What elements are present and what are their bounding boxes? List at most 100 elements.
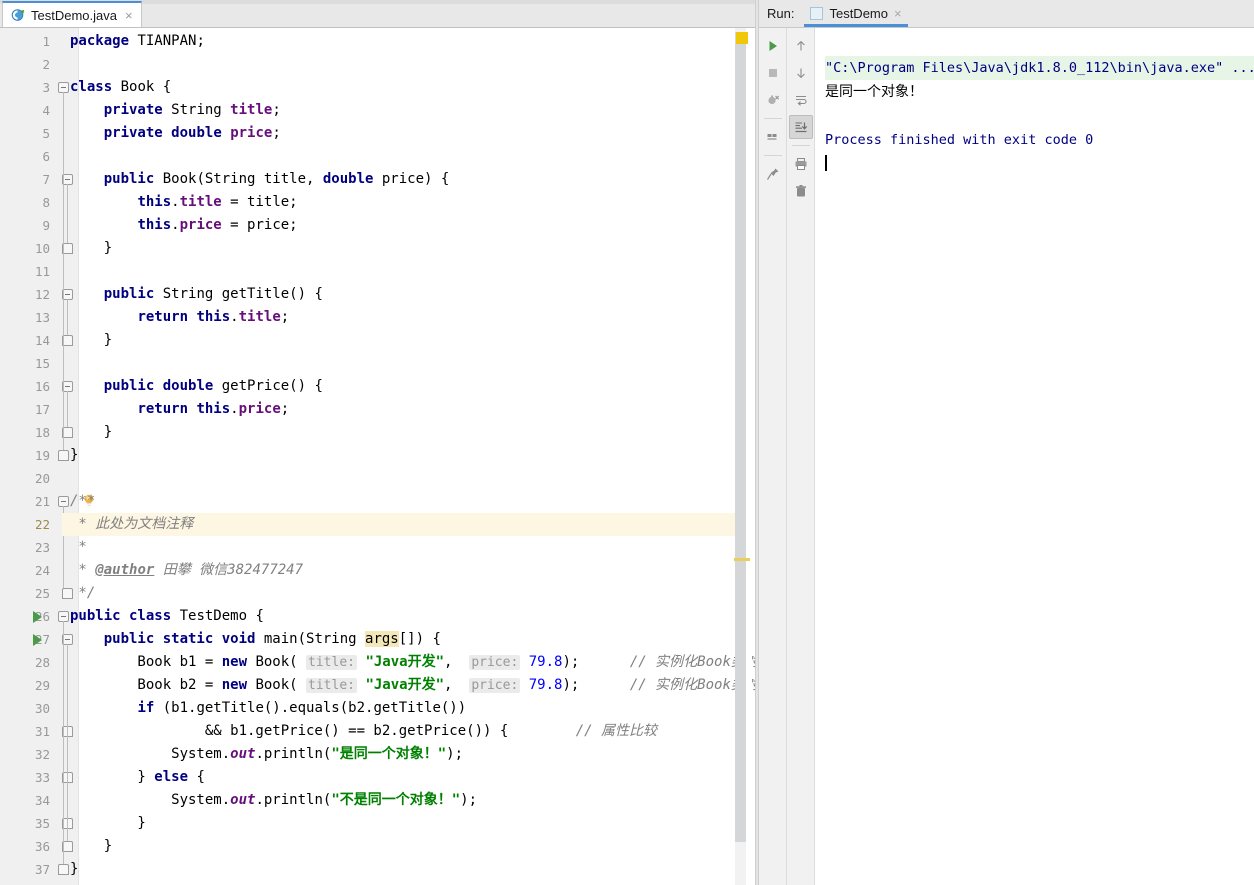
code-line[interactable]: class Book { bbox=[62, 76, 735, 99]
code-area[interactable]: package TIANPAN; class Book { private Str… bbox=[0, 28, 755, 885]
run-gutter-icon[interactable] bbox=[33, 634, 42, 646]
code-line[interactable]: package TIANPAN; bbox=[62, 30, 735, 53]
code-token-p: ; bbox=[280, 401, 290, 417]
code-line[interactable]: * bbox=[62, 536, 735, 559]
arrow-up-icon[interactable] bbox=[789, 34, 813, 58]
code-token-p: System. bbox=[70, 746, 231, 762]
code-line[interactable]: } bbox=[62, 835, 735, 858]
code-token-num: 79.8 bbox=[528, 654, 563, 670]
code-token-jdoc: * 此处为文档注释 bbox=[70, 516, 194, 532]
rerun-failed-icon[interactable] bbox=[761, 88, 785, 112]
editor-marker-strip[interactable] bbox=[734, 28, 752, 885]
code-line[interactable]: System.out.println("是同一个对象！"); bbox=[62, 743, 735, 766]
code-line[interactable]: public Book(String title, double price) … bbox=[62, 168, 735, 191]
console-output[interactable]: "C:\Program Files\Java\jdk1.8.0_112\bin\… bbox=[815, 28, 1254, 885]
code-token-p bbox=[70, 286, 104, 302]
close-icon[interactable]: × bbox=[125, 8, 133, 23]
inspection-warning-marker[interactable] bbox=[736, 32, 748, 44]
code-line[interactable]: */ bbox=[62, 582, 735, 605]
editor-tabbar: TestDemo.java × bbox=[0, 0, 755, 28]
code-line[interactable] bbox=[62, 467, 735, 490]
change-marker[interactable] bbox=[734, 558, 750, 561]
code-token-p bbox=[163, 125, 171, 141]
run-gutter-icon[interactable] bbox=[33, 611, 42, 623]
code-line[interactable]: Book b1 = new Book( title: "Java开发", pri… bbox=[62, 651, 755, 674]
editor-scrollbar-thumb[interactable] bbox=[735, 32, 746, 842]
code-token-kw: return bbox=[137, 309, 189, 325]
code-line[interactable] bbox=[62, 260, 735, 283]
trash-icon[interactable] bbox=[789, 179, 813, 203]
soft-wrap-icon[interactable] bbox=[789, 88, 813, 112]
code-token-p: price) { bbox=[373, 171, 450, 187]
code-token-p: } bbox=[70, 424, 113, 440]
code-line[interactable]: * @author 田攀 微信382477247 bbox=[62, 559, 735, 582]
code-token-p: ; bbox=[280, 309, 290, 325]
code-token-fld: price bbox=[230, 125, 273, 141]
code-line[interactable]: } bbox=[62, 444, 735, 467]
code-token-p: ); bbox=[446, 746, 464, 762]
code-line[interactable] bbox=[62, 53, 735, 76]
code-line[interactable]: } bbox=[62, 858, 735, 881]
code-line[interactable]: && b1.getPrice() == b2.getPrice()) { // … bbox=[62, 720, 735, 743]
code-line[interactable]: private double price; bbox=[62, 122, 735, 145]
code-token-p: } bbox=[70, 332, 113, 348]
code-line[interactable]: } bbox=[62, 812, 735, 835]
code-token-p: ; bbox=[272, 102, 281, 118]
code-line[interactable]: } bbox=[62, 329, 735, 352]
run-tab-testdemo[interactable]: TestDemo × bbox=[804, 0, 908, 27]
code-token-p bbox=[222, 125, 230, 141]
editor-pane: TestDemo.java × 1 2 3 4 5 6 7 8 9 10 11 12 13 14 15 16 1… bbox=[0, 0, 755, 885]
code-line[interactable]: return this.price; bbox=[62, 398, 735, 421]
code-token-p: Book b1 = bbox=[70, 654, 222, 670]
code-token-fld: price bbox=[238, 401, 281, 417]
code-token-kw: public static void bbox=[103, 631, 256, 647]
code-token-p bbox=[520, 677, 528, 693]
editor-body[interactable]: 1 2 3 4 5 6 7 8 9 10 11 12 13 14 15 16 17 18 19 20 21 22 23 24 2… bbox=[0, 28, 755, 885]
code-line[interactable]: this.title = title; bbox=[62, 191, 735, 214]
code-token-kw: class bbox=[70, 79, 113, 95]
code-line[interactable]: /** bbox=[62, 490, 735, 513]
code-line[interactable] bbox=[62, 352, 735, 375]
code-line[interactable]: } bbox=[62, 237, 735, 260]
code-line[interactable]: public static void main(String args[]) { bbox=[62, 628, 735, 651]
code-token-p bbox=[520, 654, 528, 670]
code-line[interactable] bbox=[62, 145, 735, 168]
code-token-kw: double bbox=[322, 171, 374, 187]
code-token-kw: public class bbox=[70, 608, 172, 624]
code-line[interactable]: public double getPrice() { bbox=[62, 375, 735, 398]
code-line[interactable]: Book b2 = new Book( title: "Java开发", pri… bbox=[62, 674, 755, 697]
code-line[interactable]: this.price = price; bbox=[62, 214, 735, 237]
code-token-str: "Java开发" bbox=[365, 654, 445, 670]
layout-icon[interactable] bbox=[761, 125, 785, 149]
code-line[interactable]: private String title; bbox=[62, 99, 735, 122]
code-line[interactable]: public class TestDemo { bbox=[62, 605, 735, 628]
stop-icon[interactable] bbox=[761, 61, 785, 85]
close-icon[interactable]: × bbox=[894, 6, 902, 21]
scroll-to-end-icon[interactable] bbox=[788, 115, 813, 139]
rerun-icon[interactable] bbox=[761, 34, 785, 58]
code-line[interactable]: public String getTitle() { bbox=[62, 283, 735, 306]
code-line[interactable]: if (b1.getTitle().equals(b2.getTitle()) bbox=[62, 697, 735, 720]
editor-tab-testdemo[interactable]: TestDemo.java × bbox=[2, 1, 142, 27]
run-panel-label: Run: bbox=[767, 6, 795, 21]
code-line[interactable]: * 此处为文档注释 bbox=[0, 513, 735, 536]
console-caret bbox=[825, 155, 827, 171]
code-token-hint: title: bbox=[306, 655, 357, 670]
code-token-p: String bbox=[162, 102, 231, 118]
print-icon[interactable] bbox=[789, 152, 813, 176]
code-token-hint: title: bbox=[306, 678, 357, 693]
run-config-icon bbox=[810, 7, 824, 20]
code-token-p bbox=[70, 309, 137, 325]
code-line[interactable]: } else { bbox=[62, 766, 735, 789]
arrow-down-icon[interactable] bbox=[789, 61, 813, 85]
code-token-kw: this bbox=[196, 401, 231, 417]
pin-icon[interactable] bbox=[761, 162, 785, 186]
code-line[interactable]: } bbox=[62, 421, 735, 444]
code-line[interactable]: return this.title; bbox=[62, 306, 735, 329]
code-line[interactable]: System.out.println("不是同一个对象！"); bbox=[62, 789, 735, 812]
code-token-p: { bbox=[188, 769, 205, 785]
code-token-kw: return bbox=[137, 401, 189, 417]
code-token-kw: else bbox=[154, 769, 189, 785]
console-program-output: 是同一个对象！ bbox=[825, 84, 923, 100]
code-token-fld: price bbox=[179, 217, 222, 233]
